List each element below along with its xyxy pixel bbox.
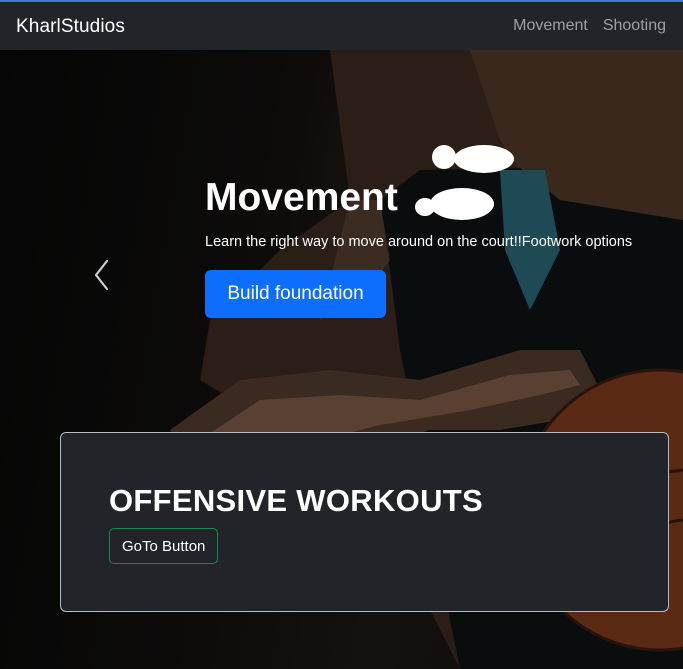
brand-logo[interactable]: KharlStudios: [16, 16, 125, 38]
chevron-left-icon[interactable]: [88, 255, 116, 295]
navbar: KharlStudios Movement Shooting: [0, 2, 683, 50]
footprints-icon: [415, 145, 514, 220]
hero-title: Movement: [205, 176, 398, 219]
card-title: OFFENSIVE WORKOUTS: [109, 483, 483, 518]
nav-link-shooting[interactable]: Shooting: [603, 17, 666, 35]
nav-links: Movement Shooting: [513, 17, 666, 35]
goto-button[interactable]: GoTo Button: [109, 528, 219, 564]
build-foundation-button[interactable]: Build foundation: [205, 270, 386, 318]
nav-link-movement[interactable]: Movement: [513, 17, 588, 35]
offensive-workouts-card: OFFENSIVE WORKOUTS GoTo Button: [60, 432, 669, 612]
hero-subtitle: Learn the right way to move around on th…: [205, 234, 633, 250]
